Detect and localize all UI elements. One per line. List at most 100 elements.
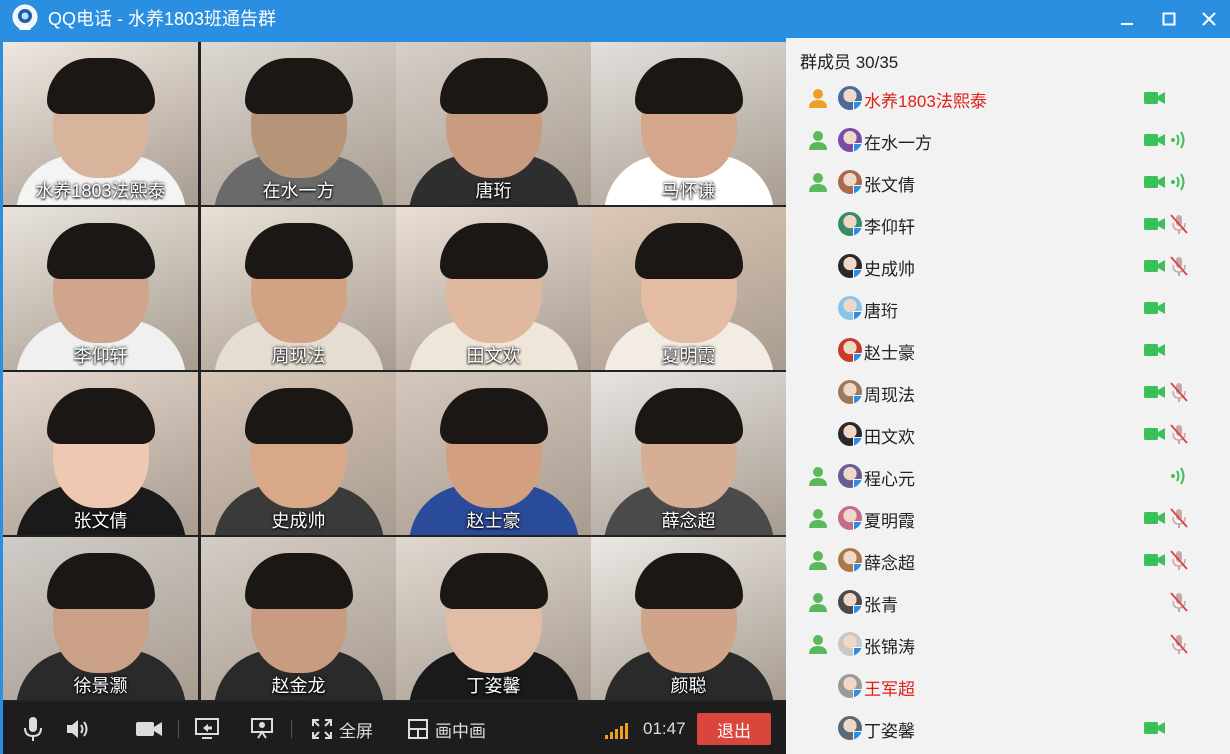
member-name: 张文倩 (864, 176, 915, 195)
avatar (838, 590, 862, 614)
video-tile[interactable]: 夏明霞 (591, 207, 786, 370)
microphone-button[interactable] (23, 715, 43, 743)
member-name: 田文欢 (864, 428, 915, 447)
participant-hair (244, 223, 353, 279)
member-row[interactable]: 李仰轩 (786, 204, 1230, 246)
member-row[interactable]: 夏明霞 (786, 498, 1230, 540)
member-name: 张锦涛 (864, 638, 915, 657)
qq-logo-icon (12, 4, 38, 30)
camera-on-icon (1144, 720, 1166, 736)
group-owner-icon (806, 86, 830, 110)
video-tile[interactable]: 田文欢 (396, 207, 591, 370)
video-tile[interactable]: 徐景灏 (3, 537, 198, 700)
avatar (838, 86, 862, 110)
video-tile[interactable]: 薛念超 (591, 372, 786, 535)
video-tile-name: 徐景灏 (73, 676, 128, 696)
video-tile[interactable]: 唐珩 (396, 42, 591, 205)
camera-button[interactable] (135, 715, 163, 743)
microphone-icon (24, 717, 42, 741)
camera-on-icon (1144, 552, 1166, 568)
maximize-button[interactable] (1156, 6, 1182, 32)
speaker-button[interactable] (65, 715, 91, 743)
member-name: 丁姿馨 (864, 722, 915, 741)
participant-hair (634, 58, 743, 114)
member-row[interactable]: 丁姿馨 (786, 708, 1230, 750)
video-tile[interactable]: 在水一方 (201, 42, 396, 205)
device-badge-icon (853, 479, 862, 488)
speaker-icon (67, 720, 88, 738)
camera-on-icon (1144, 216, 1166, 232)
device-badge-icon (853, 353, 862, 362)
mic-muted-icon (1168, 212, 1190, 236)
participant-hair (634, 223, 743, 279)
member-name: 李仰轩 (864, 218, 915, 237)
member-name: 唐珩 (864, 302, 898, 321)
device-badge-icon (853, 395, 862, 404)
device-badge-icon (853, 521, 862, 530)
fullscreen-icon (312, 719, 332, 739)
video-tile[interactable]: 张文倩 (3, 372, 198, 535)
member-row[interactable]: 史成帅 (786, 246, 1230, 288)
participant-hair (439, 388, 548, 444)
presentation-button[interactable] (249, 715, 275, 743)
avatar (838, 338, 862, 362)
device-badge-icon (853, 647, 862, 656)
video-tile[interactable]: 李仰轩 (3, 207, 198, 370)
member-count: 群成员 30/35 (800, 53, 899, 72)
member-icon (806, 632, 830, 656)
member-name: 周现法 (864, 386, 915, 405)
close-icon (1202, 12, 1216, 26)
close-button[interactable] (1196, 6, 1222, 32)
device-badge-icon (853, 143, 862, 152)
member-row[interactable]: 田文欢 (786, 414, 1230, 456)
participant-hair (46, 58, 155, 114)
member-name: 夏明霞 (864, 512, 915, 531)
camera-on-icon (1144, 258, 1166, 274)
video-tile-name: 水养1803法熙泰 (35, 181, 166, 201)
video-tile-name: 张文倩 (73, 511, 128, 531)
avatar (838, 632, 862, 656)
member-row[interactable]: 张文倩 (786, 162, 1230, 204)
speaking-icon (1168, 170, 1190, 194)
mic-muted-icon (1168, 506, 1190, 530)
video-tile-name: 史成帅 (271, 511, 326, 531)
video-tile[interactable]: 丁姿馨 (396, 537, 591, 700)
member-row[interactable]: 王军超 (786, 666, 1230, 708)
device-badge-icon (853, 605, 862, 614)
member-row[interactable]: 在水一方 (786, 120, 1230, 162)
avatar (838, 716, 862, 740)
screen-share-icon (195, 718, 219, 739)
video-tile[interactable]: 赵士豪 (396, 372, 591, 535)
member-row[interactable]: 赵士豪 (786, 330, 1230, 372)
video-tile[interactable]: 颜聪 (591, 537, 786, 700)
video-tile-name: 在水一方 (262, 181, 335, 201)
avatar (838, 674, 862, 698)
member-row[interactable]: 张锦涛 (786, 624, 1230, 666)
avatar (838, 548, 862, 572)
video-tile[interactable]: 周现法 (201, 207, 396, 370)
member-row[interactable]: 唐珩 (786, 288, 1230, 330)
avatar (838, 464, 862, 488)
screen-share-button[interactable] (194, 715, 220, 743)
video-tile[interactable]: 水养1803法熙泰 (3, 42, 198, 205)
device-badge-icon (853, 101, 862, 110)
maximize-icon (1162, 12, 1176, 26)
video-tile[interactable]: 赵金龙 (201, 537, 396, 700)
member-name: 史成帅 (864, 260, 915, 279)
exit-call-button[interactable]: 退出 (697, 713, 771, 745)
picture-in-picture-button[interactable]: 画中画 (407, 715, 486, 743)
member-row[interactable]: 周现法 (786, 372, 1230, 414)
member-row[interactable]: 薛念超 (786, 540, 1230, 582)
title-separator: - (112, 9, 129, 29)
avatar (838, 296, 862, 320)
video-tile-name: 李仰轩 (73, 346, 128, 366)
app-name: QQ电话 (48, 9, 113, 29)
fullscreen-button[interactable]: 全屏 (311, 715, 373, 743)
member-row[interactable]: 水养1803法熙泰 (786, 78, 1230, 120)
member-row[interactable]: 张青 (786, 582, 1230, 624)
video-tile[interactable]: 史成帅 (201, 372, 396, 535)
minimize-button[interactable] (1114, 6, 1140, 32)
member-row[interactable]: 程心元 (786, 456, 1230, 498)
camera-on-icon (1144, 384, 1166, 400)
video-tile[interactable]: 马怀谦 (591, 42, 786, 205)
